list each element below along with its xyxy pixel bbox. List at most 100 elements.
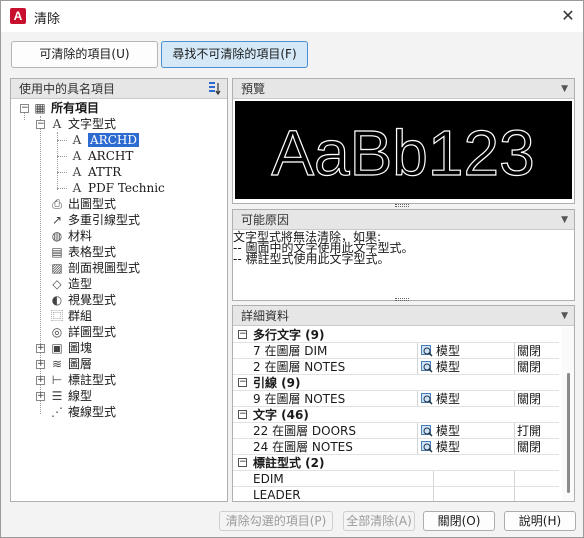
help-button[interactable]: 說明(H) xyxy=(504,511,576,531)
purge-all-button[interactable]: 全部清除(A) xyxy=(343,511,415,531)
tree-item-materials[interactable]: ◍ 材料 xyxy=(49,228,92,244)
collapse-arrow-icon[interactable]: ▼ xyxy=(561,210,568,230)
zoom-to-object-icon[interactable] xyxy=(421,441,433,453)
named-items-tree: − ▦ 所有項目 − A 文字型式 A ARCHD A ARCHT A ATTR xyxy=(11,100,227,501)
tree-root-all-items[interactable]: ▦ 所有項目 xyxy=(32,100,99,116)
tab-find-non-purgeable-items[interactable]: 尋找不可清除的項目(F) xyxy=(161,41,308,68)
preview-title: 預覽 xyxy=(241,82,266,96)
space-value: 模型 xyxy=(436,344,461,358)
expand-layers-toggle[interactable]: + xyxy=(36,360,45,369)
tree-item-layers[interactable]: ≋ 圖層 xyxy=(49,356,92,372)
tree-item-archd[interactable]: A ARCHD xyxy=(69,132,139,148)
expand-blocks-toggle[interactable]: + xyxy=(36,344,45,353)
table-row[interactable]: 24 在圖層 NOTES 模型 關閉 xyxy=(233,439,559,455)
details-scrollbar[interactable] xyxy=(562,327,574,501)
tree-item-groups[interactable]: ⿴群組 xyxy=(49,308,92,324)
tree-item-section-view-styles[interactable]: ▨ 剖面視圖型式 xyxy=(49,260,140,276)
group-mtext[interactable]: − 多行文字 (9) xyxy=(233,327,559,343)
details-panel: 詳細資料 ▼ − 多行文字 (9) 7 在圖層 DIM 模型 關閉 2 在圖層 N… xyxy=(232,305,575,502)
tree-item-label: 材料 xyxy=(68,229,93,243)
tree-item-pdf-technic[interactable]: A PDF Technic xyxy=(69,180,165,196)
tree-item-label: 圖層 xyxy=(68,357,93,371)
tree-item-label: 群組 xyxy=(68,309,93,323)
tree-item-table-styles[interactable]: ▤ 表格型式 xyxy=(49,244,116,260)
space-value: 模型 xyxy=(436,392,461,406)
expand-linetypes-toggle[interactable]: + xyxy=(36,392,45,401)
object-name: 7 在圖層 DIM xyxy=(253,344,328,358)
object-name: LEADER xyxy=(253,488,301,502)
table-row[interactable]: 22 在圖層 DOORS 模型 打開 xyxy=(233,423,559,439)
zoom-to-object-icon[interactable] xyxy=(421,345,433,357)
reason-text: 文字型式將無法清除，如果: -- 圖面中的文字使用此文字型式。 -- 標註型式使… xyxy=(233,231,574,265)
collapse-all-items-toggle[interactable]: − xyxy=(20,104,29,113)
plot-style-icon: ⎙ xyxy=(52,197,62,211)
splitter-handle[interactable] xyxy=(395,204,409,207)
sort-icon[interactable] xyxy=(208,81,222,96)
tree-item-multileader-styles[interactable]: ↗ 多重引線型式 xyxy=(49,212,140,228)
text-style-icon: A xyxy=(72,165,82,179)
tree-item-dimension-styles[interactable]: ⊢ 標註型式 xyxy=(49,372,116,388)
tree-item-label: 複線型式 xyxy=(68,405,117,419)
object-name: 2 在圖層 NOTES xyxy=(253,360,346,374)
group-text[interactable]: − 文字 (46) xyxy=(233,407,559,423)
group-leaders[interactable]: − 引線 (9) xyxy=(233,375,559,391)
preview-header: 預覽 ▼ xyxy=(233,79,574,99)
object-name: 24 在圖層 NOTES xyxy=(253,440,353,454)
table-row[interactable]: 2 在圖層 NOTES 模型 關閉 xyxy=(233,359,559,375)
collapse-arrow-icon[interactable]: ▼ xyxy=(561,79,568,99)
object-name: 22 在圖層 DOORS xyxy=(253,424,356,438)
table-row[interactable]: EDIM xyxy=(233,471,559,487)
tab-purgeable-items[interactable]: 可清除的項目(U) xyxy=(11,41,158,68)
named-items-header: 使用中的具名項目 xyxy=(11,79,227,99)
tree-item-plot-styles[interactable]: ⎙ 出圖型式 xyxy=(49,196,116,212)
collapse-toggle[interactable]: − xyxy=(238,410,247,419)
named-items-panel: 使用中的具名項目 − ▦ 所有項目 − A 文字型式 A ARCHD A ARCH xyxy=(10,78,228,502)
tree-item-label: 造型 xyxy=(68,277,93,291)
title-bar: A 清除 ✕ xyxy=(1,1,583,32)
layer-icon: ≋ xyxy=(51,357,63,371)
text-style-icon: A xyxy=(72,149,82,163)
collapse-text-styles-toggle[interactable]: − xyxy=(36,120,45,129)
tree-item-attr[interactable]: A ATTR xyxy=(69,164,122,180)
tree-item-label: ARCHT xyxy=(88,149,134,163)
tree-item-detail-view-styles[interactable]: ◎ 詳圖型式 xyxy=(49,324,116,340)
table-row[interactable]: 9 在圖層 NOTES 模型 關閉 xyxy=(233,391,559,407)
collapse-arrow-icon[interactable]: ▼ xyxy=(561,306,568,326)
space-value: 模型 xyxy=(436,440,461,454)
close-icon[interactable]: ✕ xyxy=(557,5,579,27)
tree-item-label: 詳圖型式 xyxy=(68,325,117,339)
tree-item-label: 剖面視圖型式 xyxy=(68,261,141,275)
table-row[interactable]: LEADER xyxy=(233,487,559,502)
collapse-toggle[interactable]: − xyxy=(238,378,247,387)
tree-item-linetypes[interactable]: ☰ 線型 xyxy=(49,388,92,404)
scrollbar-thumb[interactable] xyxy=(567,373,570,493)
tree-item-shapes[interactable]: ◇ 造型 xyxy=(49,276,92,292)
reason-title: 可能原因 xyxy=(241,213,290,227)
object-name: 9 在圖層 NOTES xyxy=(253,392,346,406)
table-style-icon: ▤ xyxy=(51,245,63,259)
tree-item-multiline-styles[interactable]: ⋰ 複線型式 xyxy=(49,404,116,420)
table-row[interactable]: 7 在圖層 DIM 模型 關閉 xyxy=(233,343,559,359)
expand-dimension-styles-toggle[interactable]: + xyxy=(36,376,45,385)
tree-item-text-styles[interactable]: A 文字型式 xyxy=(49,116,116,132)
close-button[interactable]: 關閉(O) xyxy=(423,511,495,531)
collapse-toggle[interactable]: − xyxy=(238,330,247,339)
tree-item-blocks[interactable]: ▣ 圖塊 xyxy=(49,340,92,356)
group-dimension-styles[interactable]: − 標註型式 (2) xyxy=(233,455,559,471)
text-style-icon: A xyxy=(72,181,82,195)
collapse-toggle[interactable]: − xyxy=(238,458,247,467)
tree-item-label: 出圖型式 xyxy=(68,197,117,211)
tree-item-label: 表格型式 xyxy=(68,245,117,259)
zoom-to-object-icon[interactable] xyxy=(421,393,433,405)
tree-item-visual-styles[interactable]: ◐ 視覺型式 xyxy=(49,292,116,308)
zoom-to-object-icon[interactable] xyxy=(421,425,433,437)
all-items-icon: ▦ xyxy=(34,101,46,115)
splitter-handle[interactable] xyxy=(395,298,409,301)
section-view-icon: ▨ xyxy=(51,261,63,275)
purge-checked-items-button[interactable]: 清除勾選的項目(P) xyxy=(219,511,333,531)
zoom-to-object-icon[interactable] xyxy=(421,361,433,373)
preview-sample-text: AaBb123 xyxy=(271,117,534,189)
tree-item-label: 文字型式 xyxy=(68,117,117,131)
tree-item-label: PDF Technic xyxy=(88,181,165,195)
tree-item-archt[interactable]: A ARCHT xyxy=(69,148,134,164)
